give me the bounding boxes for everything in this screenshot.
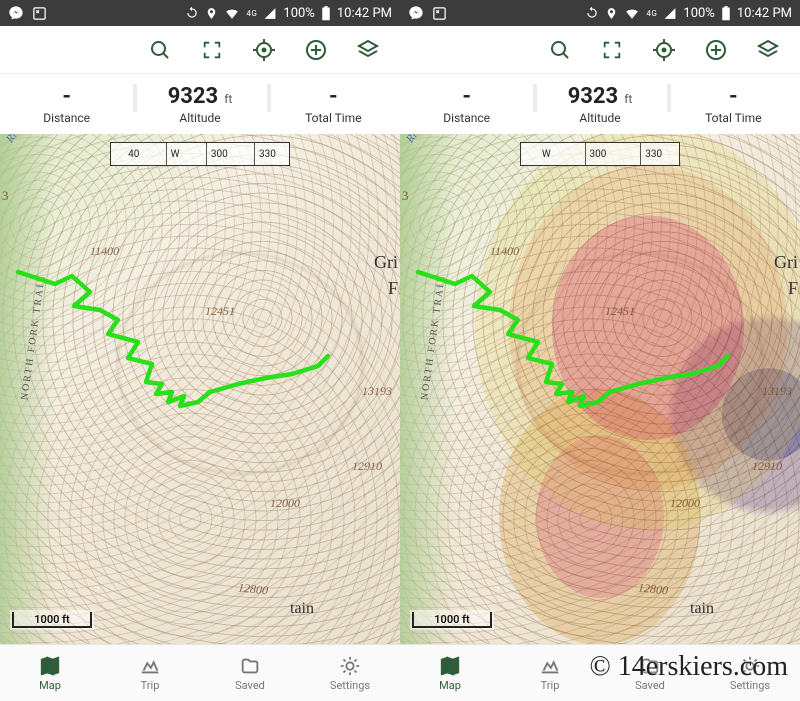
map-canvas[interactable]: 11400 12451 13193 12910 12000 12800 Gri …	[400, 134, 800, 644]
add-button[interactable]	[302, 36, 330, 64]
map-toolbar	[400, 26, 800, 74]
altitude-unit: ft	[224, 92, 232, 106]
totaltime-label: Total Time	[305, 111, 362, 125]
locate-me-button[interactable]	[650, 36, 678, 64]
android-status-bar: 4G 100% 10:42 PM	[0, 0, 400, 26]
altitude-label: Altitude	[579, 111, 620, 125]
battery-icon	[721, 6, 731, 21]
compass-ruler[interactable]: 40 W 300 330	[110, 142, 290, 166]
battery-icon	[321, 6, 331, 21]
compass-tick: 300	[585, 143, 607, 165]
compass-tick: 300	[206, 143, 228, 165]
screenshot-left: 4G 100% 10:42 PM	[0, 0, 400, 701]
distance-label: Distance	[443, 111, 490, 125]
screenshot-saved-icon	[432, 6, 447, 21]
android-status-bar: 4G 100% 10:42 PM	[400, 0, 800, 26]
topo-basemap	[0, 134, 400, 644]
nav-saved[interactable]: Saved	[200, 645, 300, 701]
sync-icon	[585, 6, 599, 20]
battery-percent: 100%	[683, 6, 714, 21]
totaltime-value: -	[729, 84, 738, 109]
network-label: 4G	[246, 9, 257, 18]
bottom-nav: Map Trip Saved Settings	[0, 644, 400, 701]
stat-distance[interactable]: - Distance	[0, 74, 133, 134]
compass-tick: 40	[124, 143, 139, 165]
nav-label: Map	[439, 679, 461, 692]
nav-label: Trip	[141, 679, 160, 692]
wifi-icon	[624, 7, 640, 20]
add-button[interactable]	[702, 36, 730, 64]
stats-row: - Distance 9323 ft Altitude - Total Time	[400, 74, 800, 134]
distance-label: Distance	[43, 111, 90, 125]
altitude-value: 9323	[168, 84, 219, 109]
nav-label: Saved	[635, 679, 665, 692]
fullscreen-button[interactable]	[598, 36, 626, 64]
location-icon	[605, 7, 618, 20]
altitude-unit: ft	[624, 92, 632, 106]
compass-tick: 330	[254, 143, 276, 165]
clock-text: 10:42 PM	[737, 6, 792, 21]
stats-row: - Distance 9323 ft Altitude - Total Time	[0, 74, 400, 134]
layers-button[interactable]	[754, 36, 782, 64]
nav-settings[interactable]: Settings	[700, 645, 800, 701]
screenshot-right: 4G 100% 10:42 PM - Distance 9323 ft	[400, 0, 800, 701]
clock-text: 10:42 PM	[337, 6, 392, 21]
nav-label: Settings	[330, 679, 370, 692]
search-button[interactable]	[546, 36, 574, 64]
nav-label: Trip	[541, 679, 560, 692]
nav-map[interactable]: Map	[400, 645, 500, 701]
nav-label: Map	[39, 679, 61, 692]
nav-settings[interactable]: Settings	[300, 645, 400, 701]
screenshot-saved-icon	[32, 6, 47, 21]
compass-tick: 330	[640, 143, 662, 165]
altitude-label: Altitude	[179, 111, 220, 125]
stat-altitude[interactable]: 9323 ft Altitude	[533, 74, 666, 134]
sync-icon	[185, 6, 199, 20]
scale-label: 1000 ft	[34, 613, 69, 626]
location-icon	[205, 7, 218, 20]
totaltime-value: -	[329, 84, 338, 109]
messenger-notification-icon	[408, 5, 424, 21]
signal-icon	[263, 7, 277, 20]
stat-totaltime[interactable]: - Total Time	[267, 74, 400, 134]
layers-button[interactable]	[354, 36, 382, 64]
nav-trip[interactable]: Trip	[500, 645, 600, 701]
compass-tick: W	[538, 143, 551, 165]
compass-tick: W	[166, 143, 180, 165]
battery-percent: 100%	[283, 6, 314, 21]
stat-altitude[interactable]: 9323 ft Altitude	[133, 74, 266, 134]
scale-label: 1000 ft	[434, 613, 469, 626]
scale-bar: 1000 ft	[410, 610, 494, 630]
nav-label: Saved	[235, 679, 265, 692]
nav-map[interactable]: Map	[0, 645, 100, 701]
search-button[interactable]	[146, 36, 174, 64]
stat-distance[interactable]: - Distance	[400, 74, 533, 134]
map-toolbar	[0, 26, 400, 74]
network-label: 4G	[646, 9, 657, 18]
nav-label: Settings	[730, 679, 770, 692]
map-canvas[interactable]: 11400 12451 13193 12910 12000 12800 Gri …	[0, 134, 400, 644]
totaltime-label: Total Time	[705, 111, 762, 125]
distance-value: -	[462, 84, 471, 109]
stat-totaltime[interactable]: - Total Time	[667, 74, 800, 134]
nav-saved[interactable]: Saved	[600, 645, 700, 701]
distance-value: -	[62, 84, 71, 109]
altitude-value: 9323	[568, 84, 619, 109]
nav-trip[interactable]: Trip	[100, 645, 200, 701]
signal-icon	[663, 7, 677, 20]
messenger-notification-icon	[8, 5, 24, 21]
compass-ruler[interactable]: W 300 330	[520, 142, 680, 166]
locate-me-button[interactable]	[250, 36, 278, 64]
fullscreen-button[interactable]	[198, 36, 226, 64]
bottom-nav: Map Trip Saved Settings	[400, 644, 800, 701]
wifi-icon	[224, 7, 240, 20]
slope-angle-overlay	[400, 134, 800, 644]
scale-bar: 1000 ft	[10, 610, 94, 630]
